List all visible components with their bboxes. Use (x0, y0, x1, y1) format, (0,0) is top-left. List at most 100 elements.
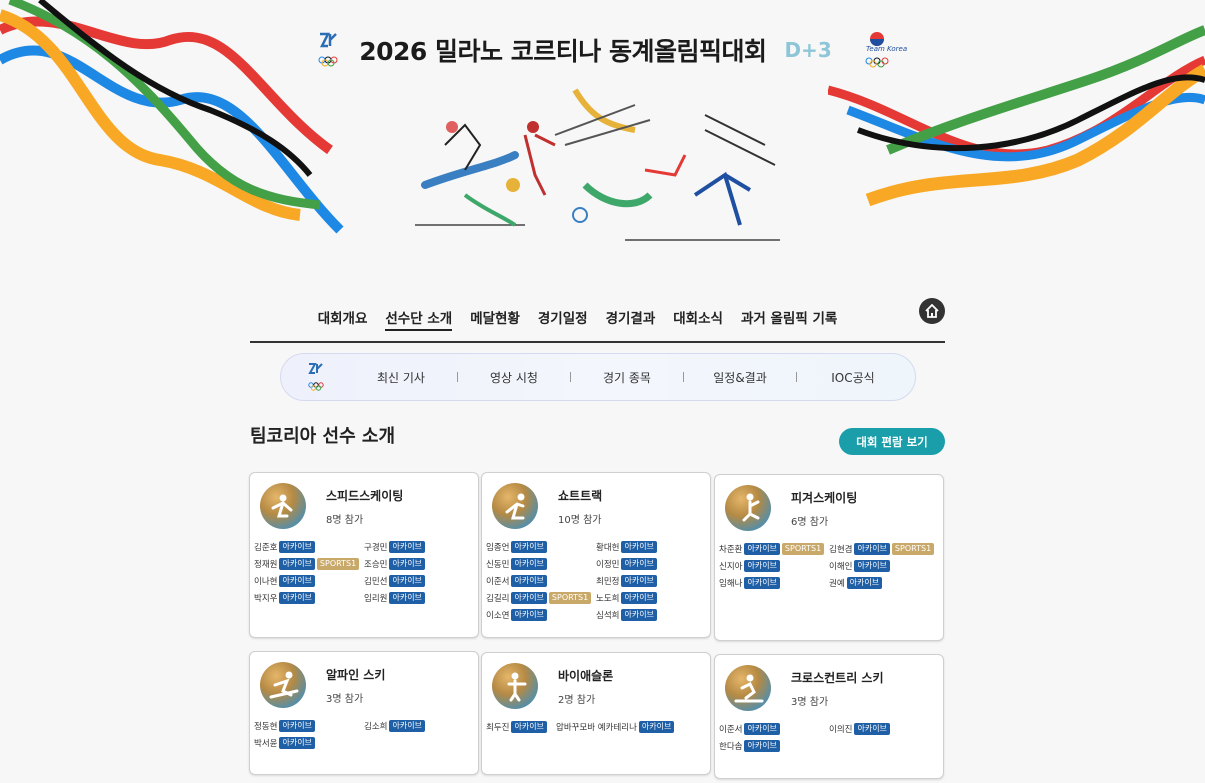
athlete-list: 정동현 아카이브 김소희 아카이브 박서윤 아카이브 (254, 720, 474, 749)
sport-name[interactable]: 알파인 스키 (326, 666, 385, 683)
overview-button[interactable]: 대회 편람 보기 (839, 428, 945, 455)
archive-badge[interactable]: 아카이브 (854, 723, 890, 735)
archive-badge[interactable]: 아카이브 (279, 541, 315, 553)
team-korea-logo-text: Team Korea (866, 45, 908, 53)
home-button[interactable] (919, 298, 945, 324)
athlete-item: 이준서 아카이브 (719, 723, 829, 735)
archive-badge[interactable]: 아카이브 (279, 558, 315, 570)
athlete-item: 임리원 아카이브 (364, 592, 474, 604)
athlete-name: 차준환 (719, 545, 743, 555)
athlete-name: 권예 (829, 579, 845, 589)
archive-badge[interactable]: 아카이브 (854, 560, 890, 572)
athlete-item: 황대헌 아카이브 (596, 541, 706, 553)
athlete-name: 정재원 (254, 560, 278, 570)
home-icon (925, 304, 939, 318)
athlete-name: 김길리 (486, 594, 510, 604)
athlete-item: 한다솜 아카이브 (719, 740, 829, 752)
subnav-item[interactable]: 최신 기사 (351, 369, 451, 386)
sport-name[interactable]: 바이애슬론 (558, 667, 613, 684)
sport-name[interactable]: 스피드스케이팅 (326, 487, 403, 504)
athlete-item: 노도희 아카이브 (596, 592, 706, 604)
athlete-name: 최민정 (596, 577, 620, 587)
sport-card: 알파인 스키 3명 참가정동현 아카이브 김소희 아카이브 박서윤 아카이브 (249, 651, 479, 775)
athlete-item: 이의진 아카이브 (829, 723, 939, 735)
athlete-name: 이해인 (829, 562, 853, 572)
sport-name[interactable]: 크로스컨트리 스키 (791, 669, 884, 686)
athlete-item: 심석희 아카이브 (596, 609, 706, 621)
archive-badge[interactable]: 아카이브 (621, 592, 657, 604)
athlete-item: 김준호 아카이브 (254, 541, 364, 553)
archive-badge[interactable]: 아카이브 (389, 592, 425, 604)
athlete-item: 최두진 아카이브 (486, 721, 556, 733)
archive-badge[interactable]: 아카이브 (389, 541, 425, 553)
athlete-name: 압바꾸모바 예카테리나 (556, 723, 637, 733)
sports1-badge[interactable]: SPORTS1 (891, 543, 935, 555)
subnav-divider (457, 372, 458, 382)
archive-badge[interactable]: 아카이브 (279, 720, 315, 732)
subnav-item[interactable]: IOC공식 (803, 369, 903, 386)
archive-badge[interactable]: 아카이브 (511, 558, 547, 570)
gnb-item[interactable]: 대회개요 (318, 305, 368, 331)
archive-badge[interactable]: 아카이브 (846, 577, 883, 589)
athlete-item: 권예 아카이브 (829, 577, 939, 589)
archive-badge[interactable]: 아카이브 (621, 575, 657, 587)
gnb-item[interactable]: 과거 올림픽 기록 (741, 305, 837, 331)
archive-badge[interactable]: 아카이브 (279, 575, 315, 587)
gnb-item[interactable]: 경기결과 (606, 305, 656, 331)
athlete-item: 김길리 아카이브 SPORTS1 (486, 592, 596, 604)
archive-badge[interactable]: 아카이브 (511, 575, 547, 587)
participant-count: 8명 참가 (326, 514, 364, 526)
sports1-badge[interactable]: SPORTS1 (781, 543, 825, 555)
archive-badge[interactable]: 아카이브 (744, 740, 780, 752)
gnb-item[interactable]: 대회소식 (673, 305, 723, 331)
participant-count: 6명 참가 (791, 516, 829, 528)
archive-badge[interactable]: 아카이브 (638, 721, 675, 733)
sport-name[interactable]: 쇼트트랙 (558, 487, 602, 504)
athlete-item: 정동현 아카이브 (254, 720, 364, 732)
athlete-item: 신지아 아카이브 (719, 560, 829, 572)
subnav-item[interactable]: 일정&결과 (690, 369, 790, 386)
archive-badge[interactable]: 아카이브 (744, 543, 780, 555)
archive-badge[interactable]: 아카이브 (744, 577, 780, 589)
archive-badge[interactable]: 아카이브 (279, 592, 315, 604)
athlete-item: 조승민 아카이브 (364, 558, 474, 570)
athlete-item: 이정민 아카이브 (596, 558, 706, 570)
participant-count: 3명 참가 (326, 693, 364, 705)
archive-badge[interactable]: 아카이브 (511, 609, 547, 621)
athlete-name: 임종언 (486, 543, 510, 553)
subnav-item[interactable]: 영상 시청 (464, 369, 564, 386)
archive-badge[interactable]: 아카이브 (621, 541, 657, 553)
cross-country-ski-icon (725, 665, 771, 711)
gnb-item[interactable]: 선수단 소개 (385, 305, 453, 331)
gnb-item[interactable]: 경기일정 (538, 305, 588, 331)
sports1-badge[interactable]: SPORTS1 (316, 558, 360, 570)
header-title-row: 2026 밀라노 코르티나 동계올림픽대회 D+3 (0, 28, 1205, 72)
archive-badge[interactable]: 아카이브 (744, 560, 780, 572)
archive-badge[interactable]: 아카이브 (621, 558, 657, 570)
athlete-name: 김민선 (364, 577, 388, 587)
archive-badge[interactable]: 아카이브 (389, 720, 425, 732)
athlete-item: 신동민 아카이브 (486, 558, 596, 570)
archive-badge[interactable]: 아카이브 (389, 558, 425, 570)
sport-name[interactable]: 피겨스케이팅 (791, 489, 857, 506)
sport-card-header: 크로스컨트리 스키 3명 참가 (725, 665, 884, 711)
archive-badge[interactable]: 아카이브 (854, 543, 890, 555)
archive-badge[interactable]: 아카이브 (621, 609, 657, 621)
archive-badge[interactable]: 아카이브 (389, 575, 425, 587)
subnav-divider (683, 372, 684, 382)
athlete-name: 신지아 (719, 562, 743, 572)
archive-badge[interactable]: 아카이브 (744, 723, 780, 735)
sports1-badge[interactable]: SPORTS1 (548, 592, 592, 604)
gnb-item[interactable]: 메달현황 (470, 305, 520, 331)
sport-card: 바이애슬론 2명 참가 최두진 아카이브 압바꾸모바 예카테리나 아카이브 (481, 652, 711, 775)
archive-badge[interactable]: 아카이브 (511, 541, 547, 553)
archive-badge[interactable]: 아카이브 (511, 721, 547, 733)
athlete-item: 최민정 아카이브 (596, 575, 706, 587)
archive-badge[interactable]: 아카이브 (511, 592, 547, 604)
archive-badge[interactable]: 아카이브 (279, 737, 315, 749)
subnav-item[interactable]: 경기 종목 (577, 369, 677, 386)
subnav-divider (570, 372, 571, 382)
winter-sports-illustration (415, 88, 780, 241)
athlete-item: 박서윤 아카이브 (254, 737, 364, 749)
athlete-name: 박지우 (254, 594, 278, 604)
